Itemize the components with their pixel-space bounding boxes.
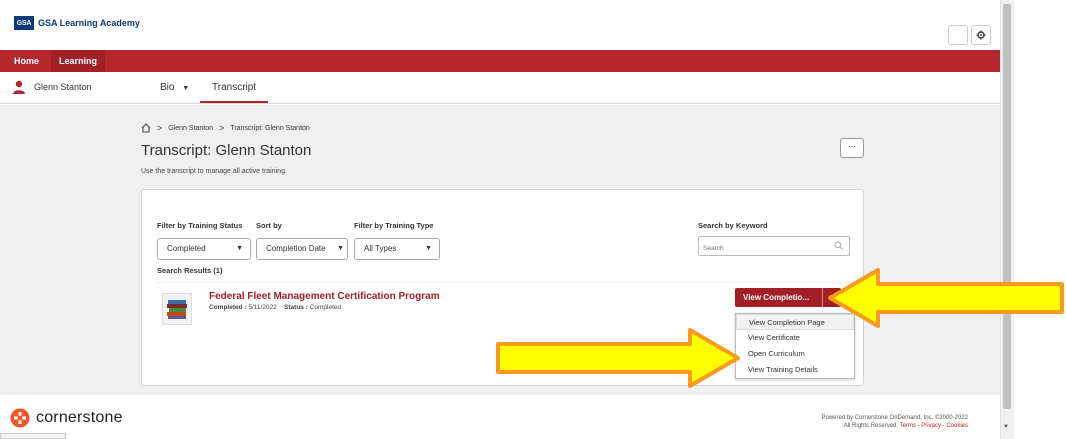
top-header: GSA GSA Learning Academy (0, 0, 1000, 50)
chevron-right-icon: > (157, 123, 163, 133)
completed-date: 5/11/2022 (248, 304, 277, 311)
gsa-logo-mark: GSA (14, 16, 34, 30)
breadcrumb-user[interactable]: Glenn Stanton (168, 125, 213, 132)
chevron-down-icon: ▼ (337, 245, 344, 252)
rights-text: All Rights Reserved. (843, 423, 899, 429)
chevron-down-icon: ▼ (425, 245, 432, 252)
user-name[interactable]: Glenn Stanton (34, 82, 92, 92)
training-thumbnail (162, 293, 192, 325)
chevron-down-icon: ▼ (182, 85, 190, 92)
gear-icon (976, 30, 986, 40)
gsa-logo-text: GSA Learning Academy (38, 18, 140, 28)
chevron-down-icon: ▼ (236, 245, 243, 252)
sort-label: Sort by (256, 221, 282, 230)
type-filter-value: All Types (364, 244, 397, 253)
search-icon[interactable] (834, 241, 843, 250)
search-input[interactable] (699, 239, 819, 258)
cookies-link[interactable]: Cookies (946, 423, 968, 429)
menu-item-open-curriculum[interactable]: Open Curriculum (736, 346, 854, 362)
more-options-button[interactable]: ··· (840, 138, 864, 158)
chevron-right-icon: > (219, 123, 225, 133)
sub-nav: Glenn Stanton Bio ▼ Transcript (0, 72, 1000, 104)
sort-select[interactable]: Completion Date ▼ (256, 238, 348, 260)
browser-status-bar (0, 433, 66, 439)
status-filter-select[interactable]: Completed ▼ (157, 238, 251, 260)
type-filter-select[interactable]: All Types ▼ (354, 238, 440, 260)
status-value: Completed (309, 304, 342, 311)
annotation-arrow-left-icon (828, 268, 1064, 328)
right-margin (1014, 0, 1066, 439)
sort-value: Completion Date (266, 244, 326, 253)
footer: cornerstone Powered by Cornerstone OnDem… (0, 395, 1000, 439)
training-meta: Completed : 5/11/2022 Status : Completed (209, 304, 341, 311)
breadcrumb-current: Transcript: Glenn Stanton (230, 124, 310, 132)
scrollbar-thumb[interactable] (1003, 4, 1011, 409)
nav-learning[interactable]: Learning (51, 50, 106, 72)
settings-button[interactable] (971, 25, 991, 45)
keyword-label: Search by Keyword (698, 221, 768, 230)
page-description: Use the transcript to manage all active … (141, 168, 287, 175)
scroll-down-arrow-icon[interactable]: ▼ (1003, 424, 1009, 430)
profile-avatar-button[interactable] (948, 25, 968, 45)
cornerstone-logo-icon (10, 408, 30, 428)
search-results-count: Search Results (1) (157, 266, 223, 275)
privacy-link[interactable]: Privacy (921, 423, 941, 429)
annotation-arrow-right-icon (496, 328, 740, 388)
menu-item-view-certificate[interactable]: View Certificate (736, 330, 854, 346)
keyword-search (698, 236, 850, 258)
nav-home[interactable]: Home (14, 50, 39, 72)
breadcrumb: > Glenn Stanton > Transcript: Glenn Stan… (141, 123, 310, 133)
view-completion-button[interactable]: View Completio... (735, 288, 822, 307)
page-title: Transcript: Glenn Stanton (141, 142, 312, 159)
status-label: Status : (284, 304, 308, 311)
completed-label: Completed : (209, 304, 247, 311)
user-icon (13, 80, 25, 94)
type-filter-label: Filter by Training Type (354, 221, 434, 230)
main-nav-bar: Home Learning (0, 50, 1000, 72)
status-filter-label: Filter by Training Status (157, 221, 243, 230)
tab-bio[interactable]: Bio ▼ (160, 82, 189, 93)
powered-by-text: Powered by Cornerstone OnDemand, Inc. ©2… (821, 415, 968, 421)
gsa-logo[interactable]: GSA GSA Learning Academy (14, 16, 140, 30)
tab-bio-label: Bio (160, 82, 175, 93)
terms-link[interactable]: Terms (900, 423, 916, 429)
footer-legal: Powered by Cornerstone OnDemand, Inc. ©2… (821, 415, 968, 429)
training-title-link[interactable]: Federal Fleet Management Certification P… (209, 291, 440, 302)
home-icon[interactable] (141, 123, 151, 133)
books-icon (167, 300, 187, 319)
cornerstone-logo: cornerstone (10, 408, 123, 428)
menu-item-view-training-details[interactable]: View Training Details (736, 362, 854, 378)
status-filter-value: Completed (167, 244, 206, 253)
tab-transcript[interactable]: Transcript (200, 82, 269, 103)
cornerstone-logo-text: cornerstone (36, 409, 123, 426)
